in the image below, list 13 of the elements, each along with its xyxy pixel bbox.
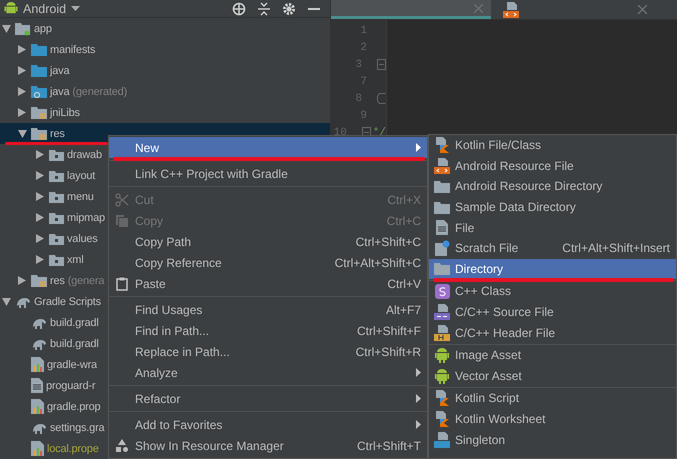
shortcut-text: Ctrl+V xyxy=(387,276,421,290)
tree-item-hint: (generated) xyxy=(72,86,128,98)
shortcut-text: Alt+F7 xyxy=(386,302,421,316)
shortcut-text: Ctrl+Shift+T xyxy=(356,438,421,452)
tree-item-hint: (genera xyxy=(68,274,104,286)
shortcut-text: Ctrl+Shift+F xyxy=(356,324,421,338)
code-text: */ xyxy=(372,126,386,138)
shortcut-text: Ctrl+C xyxy=(386,214,421,228)
shortcut-text: Ctrl+Shift+R xyxy=(356,344,421,358)
shortcut-text: Ctrl+Alt+Shift+C xyxy=(334,256,421,270)
shortcut-text: Ctrl+X xyxy=(387,192,421,206)
shortcut-text: Ctrl+Shift+C xyxy=(356,234,421,248)
shortcut-text: Ctrl+Alt+Shift+Insert xyxy=(562,241,670,256)
